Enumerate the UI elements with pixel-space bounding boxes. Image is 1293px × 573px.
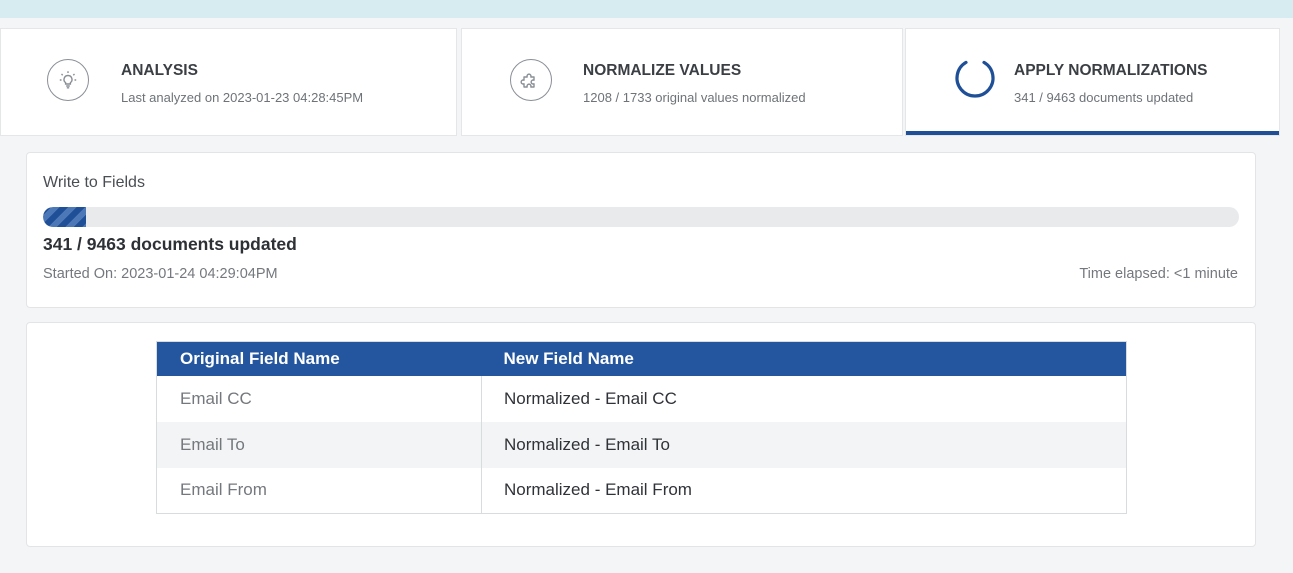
step-apply-normalizations[interactable]: APPLY NORMALIZATIONS 341 / 9463 document…: [905, 28, 1280, 136]
column-header-original: Original Field Name: [156, 341, 482, 376]
step-analysis[interactable]: ANALYSIS Last analyzed on 2023-01-23 04:…: [0, 28, 457, 136]
lightbulb-icon: [47, 59, 89, 101]
field-mapping-card: Original Field Name New Field Name Email…: [26, 322, 1256, 547]
puzzle-icon: [510, 59, 552, 101]
top-strip: [0, 0, 1293, 18]
original-field-cell: Email From: [156, 467, 482, 514]
step-subtitle: 1208 / 1733 original values normalized: [583, 90, 806, 105]
new-field-cell: Normalized - Email CC: [504, 388, 677, 408]
field-mapping-table: Original Field Name New Field Name Email…: [156, 341, 1127, 514]
table-row: Email To Normalized - Email To: [156, 421, 1127, 468]
step-subtitle: Last analyzed on 2023-01-23 04:28:45PM: [121, 90, 364, 105]
table-row: Email From Normalized - Email From: [156, 467, 1127, 514]
progress-bar-fill: [43, 207, 87, 227]
progress-count: 341 / 9463 documents updated: [43, 234, 297, 254]
progress-title: Write to Fields: [43, 174, 145, 191]
step-normalize-values[interactable]: NORMALIZE VALUES 1208 / 1733 original va…: [461, 28, 903, 136]
column-header-new: New Field Name: [481, 341, 1127, 376]
original-field-cell: Email To: [156, 421, 482, 468]
workflow-steps: ANALYSIS Last analyzed on 2023-01-23 04:…: [0, 28, 1293, 136]
original-field-cell: Email CC: [156, 375, 482, 422]
table-row: Email CC Normalized - Email CC: [156, 375, 1127, 422]
new-field-cell: Normalized - Email To: [481, 421, 1127, 468]
table-header-row: Original Field Name New Field Name: [156, 341, 1127, 376]
new-field-cell: Normalized - Email From: [504, 480, 692, 500]
step-title: APPLY NORMALIZATIONS: [1014, 62, 1208, 79]
spinner-icon: [955, 60, 995, 98]
started-on-text: Started On: 2023-01-24 04:29:04PM: [43, 266, 278, 282]
time-elapsed-text: Time elapsed: <1 minute: [1079, 266, 1238, 282]
progress-bar: [43, 207, 1239, 227]
step-title: NORMALIZE VALUES: [583, 62, 742, 79]
step-subtitle: 341 / 9463 documents updated: [1014, 90, 1194, 105]
step-title: ANALYSIS: [121, 62, 198, 79]
progress-card: Write to Fields 341 / 9463 documents upd…: [26, 152, 1256, 308]
